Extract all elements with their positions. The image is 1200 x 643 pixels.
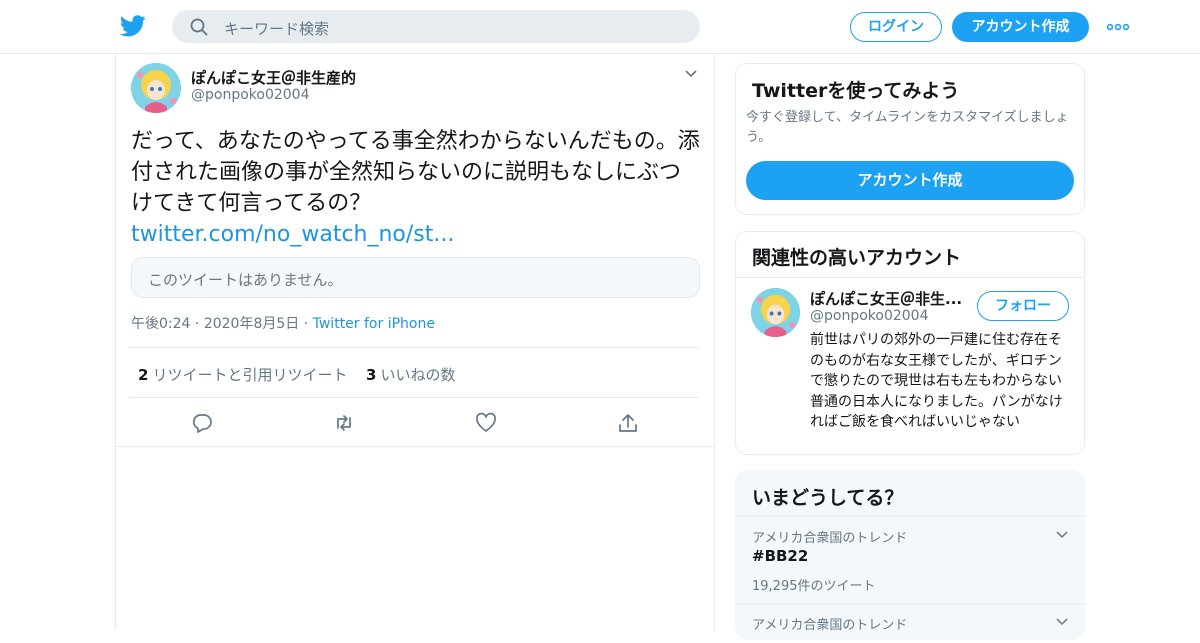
chevron-down-icon[interactable] <box>684 69 698 79</box>
author-display-name[interactable]: ぽんぽこ女王＠非生産的 <box>191 67 356 88</box>
retweet-icon[interactable] <box>333 412 355 434</box>
related-account-handle[interactable]: @ponpoko02004 <box>810 308 929 324</box>
related-accounts-title: 関連性の高いアカウント <box>752 247 962 269</box>
trend-name: #BB22 <box>752 547 809 565</box>
signup-button[interactable]: アカウント作成 <box>952 12 1089 42</box>
tweet-time[interactable]: 午後0:24 <box>131 316 190 332</box>
trend-tweet-count: 19,295件のツイート <box>752 579 876 594</box>
chevron-down-icon[interactable] <box>1056 618 1068 626</box>
trend-context: アメリカ合衆国のトレンド <box>752 531 908 546</box>
likes-count: 3 <box>366 366 377 384</box>
trend-item[interactable]: アメリカ合衆国のトレンド #BB22 19,295件のツイート <box>736 516 1086 603</box>
search-icon <box>190 18 208 36</box>
top-navigation-bar: キーワード検索 ログイン アカウント作成 <box>0 0 1200 54</box>
signup-card-title: Twitterを使ってみよう <box>752 80 960 102</box>
meta-separator: · <box>303 316 313 332</box>
likes-stat[interactable]: 3 いいねの数 <box>366 364 455 385</box>
retweets-count: 2 <box>138 366 149 384</box>
retweets-stat[interactable]: 2 リツイートと引用リツイート <box>138 364 347 385</box>
trend-context: アメリカ合衆国のトレンド <box>752 618 908 633</box>
like-heart-icon[interactable] <box>475 412 497 434</box>
follow-button[interactable]: フォロー <box>977 291 1069 321</box>
tweet-stats: 2 リツイートと引用リツイート 3 いいねの数 <box>129 347 700 398</box>
reply-icon[interactable] <box>191 412 213 434</box>
trends-title: いまどうしてる？ <box>752 487 904 509</box>
trend-item[interactable]: アメリカ合衆国のトレンド <box>736 603 1086 643</box>
tweet-actions <box>116 398 714 447</box>
tweet-metadata: 午後0:24 · 2020年8月5日 · Twitter for iPhone <box>131 313 435 333</box>
related-accounts-card: 関連性の高いアカウント ぽんぽこ女王＠非生... @ponpoko02004 フ… <box>735 231 1085 455</box>
twitter-logo-icon[interactable] <box>120 14 146 38</box>
meta-separator: · <box>194 316 204 332</box>
tweet-text: だって、あなたのやってる事全然わからないんだもの。添付された画像の事が全然知らな… <box>131 126 701 250</box>
signup-card: Twitterを使ってみよう 今すぐ登録して、タイムラインをカスタマイズしましょ… <box>735 63 1085 215</box>
search-input[interactable]: キーワード検索 <box>224 18 329 39</box>
tweet-detail-column: ぽんぽこ女王＠非生産的 @ponpoko02004 だって、あなたのやってる事全… <box>115 54 715 630</box>
divider <box>736 277 1084 278</box>
avatar[interactable] <box>751 288 800 337</box>
tweet-date[interactable]: 2020年8月5日 <box>204 316 299 332</box>
avatar[interactable] <box>131 63 181 113</box>
retweets-label: リツイートと引用リツイート <box>152 366 348 384</box>
avatar-image <box>751 288 800 337</box>
tweet-source[interactable]: Twitter for iPhone <box>313 316 435 332</box>
avatar-image <box>131 63 181 113</box>
trends-card: いまどうしてる？ アメリカ合衆国のトレンド #BB22 19,295件のツイート… <box>735 470 1086 643</box>
more-options-icon[interactable] <box>1106 20 1130 34</box>
author-handle[interactable]: @ponpoko02004 <box>191 87 310 103</box>
related-account-bio: 前世はパリの郊外の一戸建に住む存在そのものが右な女王様でしたが、ギロチンで懲りた… <box>810 332 1063 430</box>
quote-unavailable-text: このツイートはありません。 <box>148 271 343 289</box>
tweet-link[interactable]: twitter.com/no_watch_no/st... <box>131 219 701 250</box>
signup-card-description: 今すぐ登録して、タイムラインをカスタマイズしましょう。 <box>746 110 1069 145</box>
quoted-tweet-unavailable: このツイートはありません。 <box>131 257 700 298</box>
related-account-name[interactable]: ぽんぽこ女王＠非生... <box>810 288 970 309</box>
likes-label: いいねの数 <box>380 366 456 384</box>
search-bar[interactable]: キーワード検索 <box>172 10 700 43</box>
share-icon[interactable] <box>617 412 639 434</box>
chevron-down-icon[interactable] <box>1056 531 1068 539</box>
create-account-button[interactable]: アカウント作成 <box>746 161 1074 200</box>
tweet-body: だって、あなたのやってる事全然わからないんだもの。添付された画像の事が全然知らな… <box>131 129 700 216</box>
login-button[interactable]: ログイン <box>850 12 942 42</box>
